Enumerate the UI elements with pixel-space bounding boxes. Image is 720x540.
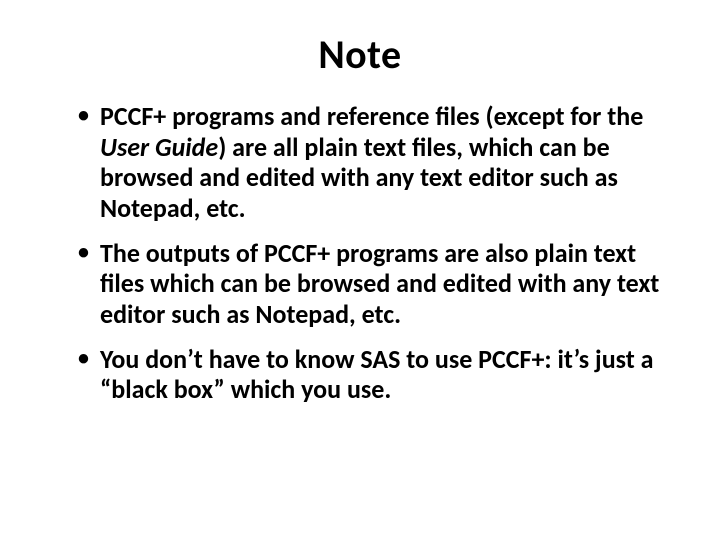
list-item: You don’t have to know SAS to use PCCF+:… (78, 344, 660, 405)
bullet-text-pre: PCCF+ programs and reference files (exce… (100, 100, 643, 132)
bullet-text-pre: You don’t have to know SAS to use PCCF+:… (100, 343, 653, 406)
list-item: PCCF+ programs and reference files (exce… (78, 101, 660, 224)
slide: Note PCCF+ programs and reference files … (0, 0, 720, 540)
bullet-text-italic: User Guide (100, 131, 218, 163)
bullet-list: PCCF+ programs and reference files (exce… (50, 101, 670, 405)
list-item: The outputs of PCCF+ programs are also p… (78, 238, 660, 330)
bullet-text-pre: The outputs of PCCF+ programs are also p… (100, 237, 659, 330)
slide-title: Note (50, 30, 670, 79)
